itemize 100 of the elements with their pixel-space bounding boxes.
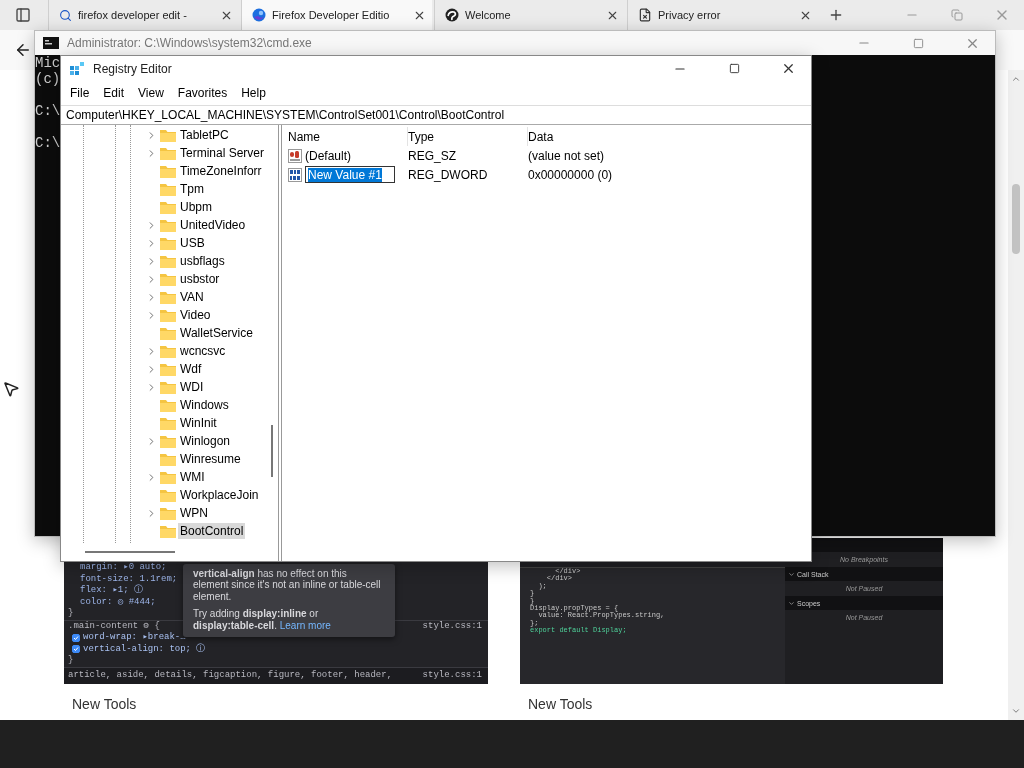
column-header[interactable]: Data <box>528 127 811 146</box>
code-line: } <box>67 655 74 667</box>
tree-node[interactable]: VAN <box>178 289 206 305</box>
folder-icon <box>160 434 176 448</box>
tree-node[interactable]: WPN <box>178 505 210 521</box>
tree-node[interactable]: Terminal Server <box>178 145 267 161</box>
window-title: Registry Editor <box>93 61 173 76</box>
folder-icon <box>160 254 176 268</box>
scroll-down-icon[interactable] <box>1011 706 1021 716</box>
scrollbar-thumb[interactable] <box>85 551 175 553</box>
browser-logo-icon <box>252 8 266 22</box>
folder-icon <box>160 506 176 520</box>
folder-icon <box>160 488 176 502</box>
folder-icon <box>160 272 176 286</box>
folder-icon <box>160 146 176 160</box>
back-icon[interactable] <box>14 41 32 59</box>
tree-node[interactable]: WorkplaceJoin <box>178 487 261 503</box>
value-type: REG_DWORD <box>408 167 489 182</box>
value-type: REG_SZ <box>408 148 457 163</box>
tree-node[interactable]: TimeZoneInforr <box>178 163 264 179</box>
scroll-up-icon[interactable] <box>1011 74 1021 84</box>
tree-node[interactable]: wcncsvc <box>178 343 228 359</box>
checkbox[interactable] <box>72 645 80 654</box>
console-line: (c) <box>35 71 61 87</box>
tree-node[interactable]: Winresume <box>178 451 243 467</box>
tree-node[interactable]: usbstor <box>178 271 222 287</box>
folder-icon <box>160 380 176 394</box>
menu-item[interactable]: Edit <box>96 86 132 100</box>
tree-node[interactable]: Wdf <box>178 361 204 377</box>
folder-icon <box>160 344 176 358</box>
restore-icon[interactable] <box>950 9 963 21</box>
document-icon <box>638 8 652 22</box>
folder-icon <box>160 326 176 340</box>
code-line: font-size: 1.1rem; <box>79 573 178 584</box>
value-name: (Default) <box>305 148 351 163</box>
card-caption: New Tools <box>71 696 138 714</box>
tooltip-message: vertical-align has no effect on this element since it's not an inline or table-cell element. <box>193 567 382 602</box>
tree-node[interactable]: UnitedVideo <box>178 217 248 233</box>
tree-node[interactable]: WalletService <box>178 325 255 341</box>
tree-node[interactable]: WinInit <box>178 415 219 431</box>
menu-item[interactable]: Favorites <box>170 86 235 100</box>
tree-node[interactable]: USB <box>178 235 207 251</box>
tree-node[interactable]: BootControl <box>178 523 246 539</box>
value-data: 0x00000000 (0) <box>528 167 614 182</box>
code-line: margin: ▸0 auto; <box>79 562 167 574</box>
scrollbar-thumb[interactable] <box>271 425 273 477</box>
folder-icon <box>160 398 176 412</box>
code-line: color: ◎ #444; <box>79 596 156 608</box>
folder-icon <box>160 524 176 538</box>
tree-node[interactable]: TabletPC <box>178 127 231 143</box>
caret-icon <box>788 570 795 578</box>
tree-node[interactable]: WMI <box>178 469 207 485</box>
folder-icon <box>160 470 176 484</box>
folder-icon <box>160 182 176 196</box>
caret-icon <box>788 599 795 607</box>
sidebar-icon[interactable] <box>15 7 31 23</box>
search-icon <box>59 8 72 22</box>
tree-node[interactable]: Ubpm <box>178 199 214 215</box>
file-link[interactable]: style.css:1 <box>422 620 482 632</box>
css-declaration: word-wrap: ▸break-… <box>83 632 186 644</box>
folder-icon <box>160 128 176 142</box>
maximize-icon[interactable] <box>728 63 740 74</box>
folder-icon <box>160 164 176 178</box>
tree-node[interactable]: Tpm <box>178 181 206 197</box>
window-title: Administrator: C:\Windows\system32\cmd.exe <box>67 36 313 50</box>
menu-item[interactable]: View <box>131 86 171 100</box>
console-line: Mic <box>35 55 61 71</box>
learn-more-link[interactable]: Learn more <box>279 619 331 631</box>
folder-icon <box>160 200 176 214</box>
column-header[interactable]: Name <box>288 127 408 146</box>
css-selector: .main-content ⚙ { <box>68 620 160 632</box>
folder-icon <box>160 218 176 232</box>
tree-node[interactable]: Windows <box>178 397 231 413</box>
tree-node[interactable]: Winlogon <box>178 433 233 449</box>
tree-node[interactable]: usbflags <box>178 253 227 269</box>
menu-item[interactable]: File <box>63 86 97 100</box>
folder-icon <box>160 236 176 250</box>
scrollbar[interactable] <box>1008 70 1024 720</box>
console-line: C:\ <box>35 103 61 119</box>
code-line: } <box>67 608 74 620</box>
folder-icon <box>160 290 176 304</box>
tree-node[interactable]: Video <box>178 307 213 323</box>
binary-value-icon <box>288 167 302 182</box>
css-declaration: vertical-align: top; ⓘ <box>83 643 206 655</box>
css-selector: article, aside, details, figcaption, figure, footer, header, <box>68 669 393 681</box>
folder-icon <box>160 452 176 466</box>
tree-node[interactable]: WDI <box>178 379 206 395</box>
menu-item[interactable]: Help <box>234 86 273 100</box>
plus-icon[interactable] <box>828 7 844 23</box>
console-line: C:\ <box>35 135 61 151</box>
folder-icon <box>160 416 176 430</box>
address-bar[interactable]: Computer\HKEY_LOCAL_MACHINE\SYSTEM\ControlSet001\Control\BootControl <box>61 105 811 125</box>
card-caption: New Tools <box>527 696 594 714</box>
checkbox[interactable] <box>72 633 80 642</box>
column-header[interactable]: Type <box>408 127 528 146</box>
file-link[interactable]: style.css:1 <box>422 669 482 681</box>
scrollbar-thumb[interactable] <box>1012 184 1020 254</box>
rename-field[interactable]: New Value #1 <box>305 166 395 183</box>
string-value-icon <box>288 148 302 163</box>
browser-tab[interactable]: Firefox Developer Editio <box>241 0 432 30</box>
